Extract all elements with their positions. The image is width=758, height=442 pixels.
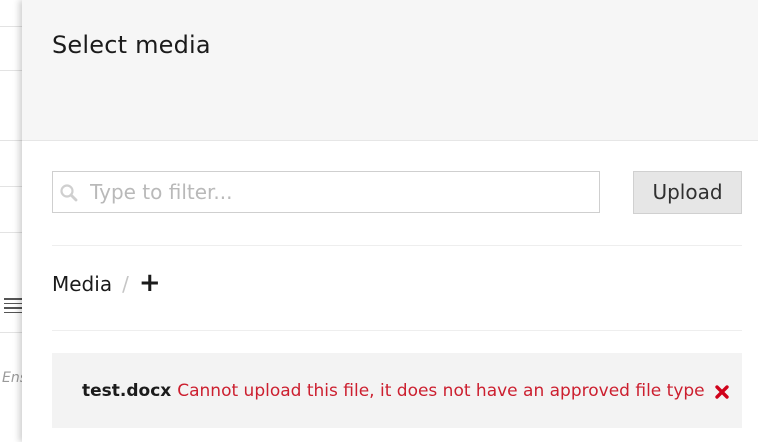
align-justify-icon: [4, 298, 22, 318]
error-text: Cannot upload this file, it does not hav…: [177, 381, 705, 401]
breadcrumb: Media / +: [52, 270, 161, 298]
background-page: Ensu: [0, 0, 22, 442]
upload-error-row: test.docx Cannot upload this file, it do…: [82, 381, 730, 401]
search-icon: [60, 184, 78, 202]
error-file-name: test.docx: [82, 381, 172, 401]
breadcrumb-media-link[interactable]: Media: [52, 272, 112, 296]
divider: [52, 330, 742, 331]
background-divider: [0, 70, 22, 71]
search-input[interactable]: [90, 172, 590, 212]
close-icon[interactable]: [714, 384, 730, 400]
add-folder-button[interactable]: +: [139, 270, 161, 296]
search-field[interactable]: [52, 171, 600, 213]
background-divider: [0, 332, 22, 333]
divider: [52, 245, 742, 246]
background-divider: [0, 140, 22, 141]
background-divider: [0, 232, 22, 233]
background-divider: [0, 186, 22, 187]
breadcrumb-separator: /: [122, 272, 129, 296]
page-title: Select media: [52, 31, 211, 59]
upload-button[interactable]: Upload: [633, 171, 742, 214]
select-media-panel: Select media Upload Media / + test.docx …: [22, 0, 758, 442]
background-divider: [0, 26, 22, 27]
background-text-fragment: Ensu: [2, 370, 22, 386]
panel-header: Select media: [22, 0, 758, 141]
upload-error-message: test.docx Cannot upload this file, it do…: [52, 353, 742, 428]
